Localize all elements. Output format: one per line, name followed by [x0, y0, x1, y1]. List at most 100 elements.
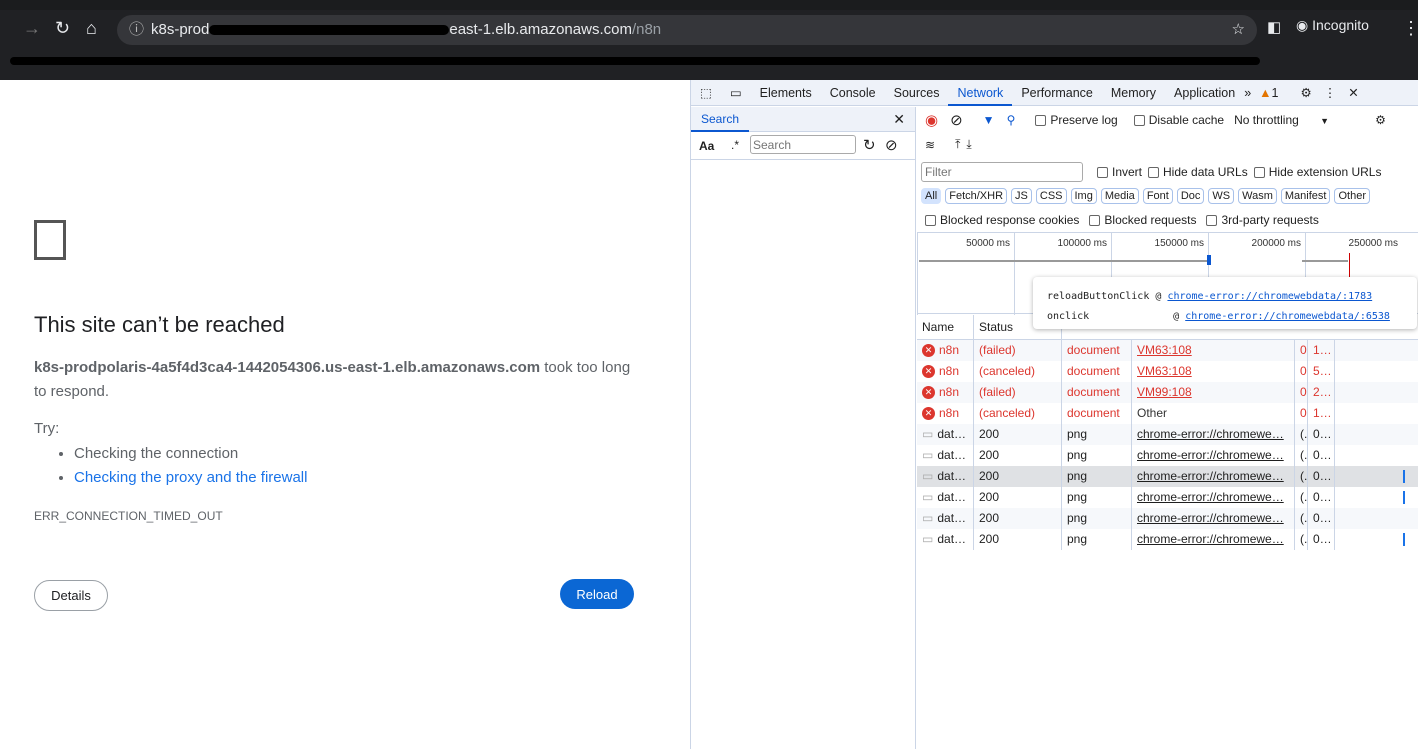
type-filter-font[interactable]: Font: [1142, 188, 1173, 204]
warning-icon[interactable]: ▲: [1259, 86, 1271, 100]
invert-checkbox[interactable]: Invert: [1097, 165, 1142, 179]
type-filter-css[interactable]: CSS: [1035, 188, 1067, 204]
type-filter-fetchxhr[interactable]: Fetch/XHR: [945, 188, 1008, 204]
stack-link[interactable]: chrome-error://chromewebdata/:1783: [1167, 291, 1372, 302]
cell-initiator[interactable]: chrome-error://chromewe…: [1132, 508, 1295, 529]
blocked-requests-checkbox[interactable]: Blocked requests: [1089, 213, 1196, 227]
blocked-cookies-checkbox[interactable]: Blocked response cookies: [925, 213, 1079, 227]
details-button[interactable]: Details: [34, 580, 108, 611]
throttling-select[interactable]: No throttling ▼: [1234, 113, 1329, 127]
type-filter-wasm[interactable]: Wasm: [1238, 188, 1277, 204]
type-filter-all[interactable]: All: [921, 188, 942, 204]
record-icon[interactable]: ◉: [925, 111, 938, 129]
home-icon[interactable]: ⌂: [86, 18, 97, 39]
reload-icon[interactable]: ↻: [55, 18, 70, 39]
tab-performance[interactable]: Performance: [1012, 80, 1102, 106]
error-icon: ✕: [922, 386, 935, 400]
cell-initiator[interactable]: chrome-error://chromewe…: [1132, 487, 1295, 508]
table-row[interactable]: ✕ n8n (canceled) document VM63:108 0. 5…: [917, 361, 1418, 382]
cell-type: document: [1062, 340, 1132, 361]
type-filter-manifest[interactable]: Manifest: [1280, 188, 1331, 204]
tab-sources[interactable]: Sources: [885, 80, 949, 106]
table-row[interactable]: ▭dat… 200 png chrome-error://chromewe… (.. 0…: [917, 508, 1418, 529]
regex-toggle[interactable]: .*: [731, 138, 739, 152]
table-row[interactable]: ✕ n8n (failed) document VM63:108 0. 1…: [917, 340, 1418, 361]
export-har-icon[interactable]: ⤓: [966, 137, 971, 152]
type-filter-doc[interactable]: Doc: [1176, 188, 1205, 204]
table-row[interactable]: ▭dat… 200 png chrome-error://chromewe… (.. 0…: [917, 445, 1418, 466]
menu-icon[interactable]: ⋮: [1402, 18, 1418, 39]
type-filter-ws[interactable]: WS: [1208, 188, 1235, 204]
bookmark-star-icon[interactable]: ☆: [1232, 15, 1245, 45]
site-info-icon[interactable]: ⓘ: [129, 15, 144, 45]
type-text: png: [1067, 511, 1088, 525]
status-text: (failed): [979, 385, 1016, 399]
bookmarks-bar[interactable]: [0, 52, 1418, 70]
type-filter-media[interactable]: Media: [1100, 188, 1139, 204]
more-icon[interactable]: ⋮: [1324, 85, 1337, 100]
refresh-icon[interactable]: ↻: [863, 136, 876, 154]
cell-initiator[interactable]: VM63:108: [1132, 340, 1295, 361]
preserve-log-checkbox[interactable]: Preserve log: [1035, 113, 1118, 127]
tab-network[interactable]: Network: [948, 80, 1013, 106]
initiator-text: VM63:108: [1137, 364, 1192, 378]
table-row[interactable]: ▭dat… 200 png chrome-error://chromewe… (.. 0…: [917, 487, 1418, 508]
settings-icon[interactable]: ⚙: [1300, 85, 1311, 100]
table-row[interactable]: ▭dat… 200 png chrome-error://chromewe… (.. 0…: [917, 529, 1418, 550]
inspect-element-icon[interactable]: ⬚: [691, 80, 721, 106]
reload-button[interactable]: Reload: [560, 579, 634, 609]
device-toolbar-icon[interactable]: ▭: [721, 80, 751, 106]
side-panel-icon[interactable]: ◧: [1267, 18, 1281, 36]
disable-cache-checkbox[interactable]: Disable cache: [1133, 113, 1224, 127]
hide-extension-urls-checkbox[interactable]: Hide extension URLs: [1253, 165, 1381, 179]
cell-type: document: [1062, 361, 1132, 382]
cell-initiator[interactable]: VM99:108: [1132, 382, 1295, 403]
type-filter-img[interactable]: Img: [1070, 188, 1097, 204]
tab-console[interactable]: Console: [821, 80, 885, 106]
filter-input[interactable]: [921, 162, 1083, 182]
incognito-indicator[interactable]: ◉ Incognito: [1296, 17, 1369, 34]
warning-count[interactable]: 1: [1272, 86, 1279, 100]
cell-initiator[interactable]: chrome-error://chromewe…: [1132, 466, 1295, 487]
network-conditions-icon[interactable]: ≋: [925, 138, 935, 152]
column-name[interactable]: Name: [917, 315, 974, 339]
cell-time: 1…: [1308, 403, 1335, 424]
name-text: n8n: [939, 406, 960, 420]
cell-initiator[interactable]: VM63:108: [1132, 361, 1295, 382]
error-code: ERR_CONNECTION_TIMED_OUT: [34, 509, 223, 523]
cell-initiator[interactable]: chrome-error://chromewe…: [1132, 529, 1295, 550]
clear-log-icon[interactable]: ⊘: [950, 111, 963, 129]
tab-strip[interactable]: [0, 0, 1418, 10]
network-settings-icon[interactable]: ⚙: [1375, 113, 1386, 127]
tab-application[interactable]: Application: [1165, 80, 1244, 106]
table-row[interactable]: ▭dat… 200 png chrome-error://chromewe… (.. 0…: [917, 466, 1418, 487]
suggestion-proxy-link[interactable]: Checking the proxy and the firewall: [74, 469, 307, 486]
forward-icon[interactable]: →: [23, 18, 41, 39]
tick-label: 250000 ms: [1348, 238, 1398, 249]
table-row[interactable]: ✕ n8n (failed) document VM99:108 0. 2…: [917, 382, 1418, 403]
stack-link[interactable]: chrome-error://chromewebdata/:6538: [1185, 311, 1390, 322]
type-filter-js[interactable]: JS: [1011, 188, 1032, 204]
cell-initiator[interactable]: chrome-error://chromewe…: [1132, 445, 1295, 466]
filter-icon[interactable]: ▼: [983, 113, 995, 127]
address-bar[interactable]: ⓘ k8s-prod east-1.elb.amazonaws.com/n8n ☆: [117, 15, 1257, 45]
match-case-toggle[interactable]: Aa: [699, 139, 714, 153]
search-tab[interactable]: Search: [691, 107, 750, 132]
cell-type: document: [1062, 403, 1132, 424]
tab-elements[interactable]: Elements: [751, 80, 821, 106]
cell-initiator[interactable]: chrome-error://chromewe…: [1132, 424, 1295, 445]
name-text: n8n: [939, 343, 960, 357]
search-input[interactable]: [750, 135, 856, 154]
table-row[interactable]: ▭dat… 200 png chrome-error://chromewe… (.. 0…: [917, 424, 1418, 445]
close-search-icon[interactable]: ✕: [893, 111, 905, 128]
tab-memory[interactable]: Memory: [1102, 80, 1165, 106]
close-devtools-icon[interactable]: ✕: [1348, 85, 1358, 100]
type-filter-other[interactable]: Other: [1334, 188, 1370, 204]
import-har-icon[interactable]: ⤒: [955, 137, 960, 152]
hide-data-urls-checkbox[interactable]: Hide data URLs: [1148, 165, 1248, 179]
more-tabs-icon[interactable]: »: [1244, 86, 1251, 100]
clear-icon[interactable]: ⊘: [885, 136, 898, 154]
third-party-checkbox[interactable]: 3rd-party requests: [1206, 213, 1319, 227]
table-row[interactable]: ✕ n8n (canceled) document Other 0. 1…: [917, 403, 1418, 424]
search-icon[interactable]: ⚲: [1007, 113, 1016, 127]
